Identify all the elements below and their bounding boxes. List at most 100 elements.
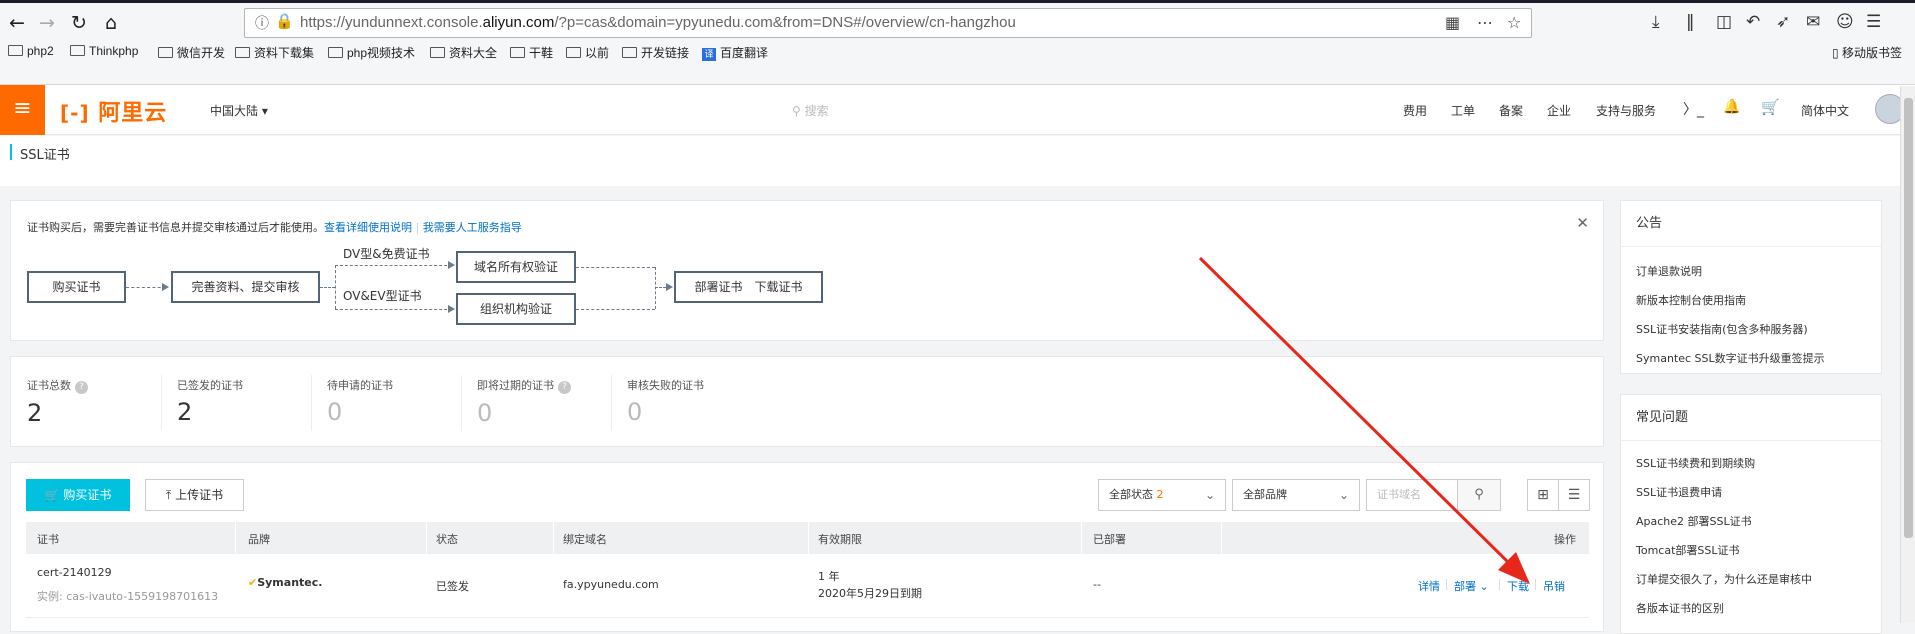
- detail-link[interactable]: 详情: [1418, 578, 1440, 594]
- qrcode-icon[interactable]: ▦: [1445, 13, 1460, 32]
- divider: [1446, 579, 1447, 590]
- sidebar-icon[interactable]: ◫: [1716, 12, 1732, 32]
- chat-icon[interactable]: ✉: [1806, 12, 1820, 32]
- folder-icon: [328, 47, 343, 58]
- reload-icon[interactable]: ↻: [66, 10, 92, 36]
- bookmark-folder[interactable]: 干鞋: [510, 44, 553, 61]
- deploy-dropdown[interactable]: 部署 ⌄: [1454, 578, 1489, 594]
- announcement-link[interactable]: SSL证书安装指南(包含多种服务器): [1621, 315, 1881, 344]
- flow-arrow-icon: [448, 305, 455, 313]
- crop-icon[interactable]: ➶: [1776, 12, 1790, 32]
- back-icon[interactable]: ←: [4, 10, 30, 36]
- scrollbar-thumb[interactable]: [1904, 98, 1913, 538]
- nav-enterprise[interactable]: 企业: [1547, 102, 1571, 119]
- usage-guide-link[interactable]: 查看详细使用说明: [324, 221, 412, 234]
- profile-icon[interactable]: ☺: [1836, 12, 1854, 32]
- page-scrollbar[interactable]: [1900, 86, 1915, 623]
- folder-icon: [158, 47, 173, 58]
- flow-line: [655, 267, 656, 309]
- bookmark-folder[interactable]: 资料下载集: [235, 44, 314, 61]
- stat-issued: 已签发的证书 2: [177, 377, 243, 426]
- console-search[interactable]: ⚲ 搜索: [792, 102, 829, 119]
- stat-value: 0: [627, 398, 643, 426]
- help-icon[interactable]: ?: [75, 381, 88, 394]
- stat-value: 0: [327, 398, 343, 426]
- bell-icon[interactable]: 🔔: [1723, 99, 1740, 115]
- folder-icon: [510, 47, 525, 58]
- divider: [311, 375, 312, 431]
- page-info-icon[interactable]: ⓘ: [255, 13, 269, 33]
- announcement-link[interactable]: Symantec SSL数字证书升级重签提示: [1621, 344, 1881, 373]
- folder-icon: [430, 47, 445, 58]
- faq-panel: 常见问题 SSL证书续费和到期续购 SSL证书退费申请 Apache2 部署SS…: [1620, 394, 1882, 634]
- url-text[interactable]: https://yundunnext.console.aliyun.com/?p…: [300, 14, 1016, 31]
- buy-certificate-button[interactable]: 🛒 购买证书: [26, 479, 130, 511]
- list-view-icon[interactable]: ☰: [1558, 479, 1590, 511]
- page-title: SSL证书: [20, 148, 70, 163]
- stat-pending: 待申请的证书 0: [327, 377, 393, 426]
- nav-ticket[interactable]: 工单: [1451, 102, 1475, 119]
- announcement-link[interactable]: 新版本控制台使用指南: [1621, 286, 1881, 315]
- bookmark-folder[interactable]: Thinkphp: [70, 44, 138, 58]
- nav-billing[interactable]: 费用: [1403, 102, 1427, 119]
- language-selector[interactable]: 简体中文: [1801, 102, 1849, 119]
- bookmark-folder[interactable]: 资料大全: [430, 44, 497, 61]
- faq-link[interactable]: SSL证书续费和到期续购: [1621, 449, 1881, 478]
- bookmark-folder[interactable]: php视频技术: [328, 44, 415, 61]
- mobile-bookmarks[interactable]: ▯ 移动版书签: [1832, 44, 1902, 61]
- translate-icon: 译: [702, 48, 716, 61]
- menu-icon[interactable]: ☰: [1866, 12, 1881, 32]
- close-icon[interactable]: ✕: [1576, 214, 1589, 232]
- faq-link[interactable]: 订单提交很久了，为什么还是审核中: [1621, 565, 1881, 594]
- faq-link[interactable]: SSL证书退费申请: [1621, 478, 1881, 507]
- undo-icon[interactable]: ↶: [1746, 12, 1760, 32]
- stat-expiring: 即将过期的证书? 0: [477, 377, 571, 427]
- announcement-link[interactable]: 订单退款说明: [1621, 257, 1881, 286]
- aliyun-logo[interactable]: [-] 阿里云: [60, 95, 167, 127]
- grid-view-icon[interactable]: ⊞: [1527, 479, 1559, 511]
- library-icon[interactable]: ‖: [1686, 12, 1695, 32]
- faq-link[interactable]: 各版本证书的区别: [1621, 594, 1881, 623]
- nav-filing[interactable]: 备案: [1499, 102, 1523, 119]
- status-filter-select[interactable]: 全部状态 2 ⌄: [1098, 479, 1226, 511]
- flow-line: [335, 265, 336, 309]
- notice-message: 证书购买后，需要完善证书信息并提交审核通过后才能使用。查看详细使用说明 | 我需…: [27, 221, 522, 234]
- bookmark-star-icon[interactable]: ☆: [1507, 13, 1521, 32]
- download-icon[interactable]: ⤓: [1652, 12, 1660, 32]
- help-icon[interactable]: ?: [558, 381, 571, 394]
- forward-icon[interactable]: →: [34, 10, 60, 36]
- flow-line: [335, 265, 452, 266]
- manual-service-link[interactable]: 我需要人工服务指导: [423, 221, 522, 234]
- home-icon[interactable]: ⌂: [98, 10, 124, 36]
- hamburger-menu-icon[interactable]: ≡: [0, 85, 45, 135]
- faq-link[interactable]: Apache2 部署SSL证书: [1621, 507, 1881, 536]
- upload-certificate-button[interactable]: ⤒ 上传证书: [145, 479, 244, 511]
- download-link[interactable]: 下载: [1507, 578, 1529, 594]
- bookmark-folder[interactable]: 微信开发: [158, 44, 225, 61]
- page-actions-icon[interactable]: ⋯: [1477, 13, 1493, 32]
- region-selector[interactable]: 中国大陆 ▾: [210, 102, 268, 119]
- step-complete: 完善资料、提交审核: [171, 271, 320, 303]
- check-mark-icon: ✔: [248, 576, 258, 589]
- folder-icon: [622, 47, 637, 58]
- dv-label: DV型&免费证书: [343, 247, 430, 261]
- search-button[interactable]: ⚲: [1457, 479, 1501, 511]
- bookmark-baidu-translate[interactable]: 译百度翻译: [702, 44, 768, 61]
- flow-line: [320, 287, 335, 288]
- bookmark-folder[interactable]: php2: [8, 44, 54, 58]
- bookmark-folder[interactable]: 以前: [566, 44, 609, 61]
- bookmark-folder[interactable]: 开发链接: [622, 44, 689, 61]
- brand-filter-select[interactable]: 全部品牌 ⌄: [1232, 479, 1360, 511]
- flow-arrow-icon: [448, 261, 455, 269]
- address-bar[interactable]: ⓘ 🔒 https://yundunnext.console.aliyun.co…: [244, 8, 1532, 38]
- nav-support[interactable]: 支持与服务: [1596, 102, 1656, 119]
- cart-icon[interactable]: 🛒: [1761, 98, 1780, 116]
- domain-search-input[interactable]: 证书域名: [1366, 479, 1458, 511]
- lock-icon[interactable]: 🔒: [275, 12, 294, 30]
- flow-line: [576, 309, 655, 310]
- terminal-icon[interactable]: 〉_: [1683, 99, 1704, 119]
- faq-title: 常见问题: [1621, 395, 1881, 441]
- page-header: SSL证书: [0, 136, 1900, 186]
- revoke-link[interactable]: 吊销: [1543, 578, 1565, 594]
- faq-link[interactable]: Tomcat部署SSL证书: [1621, 536, 1881, 565]
